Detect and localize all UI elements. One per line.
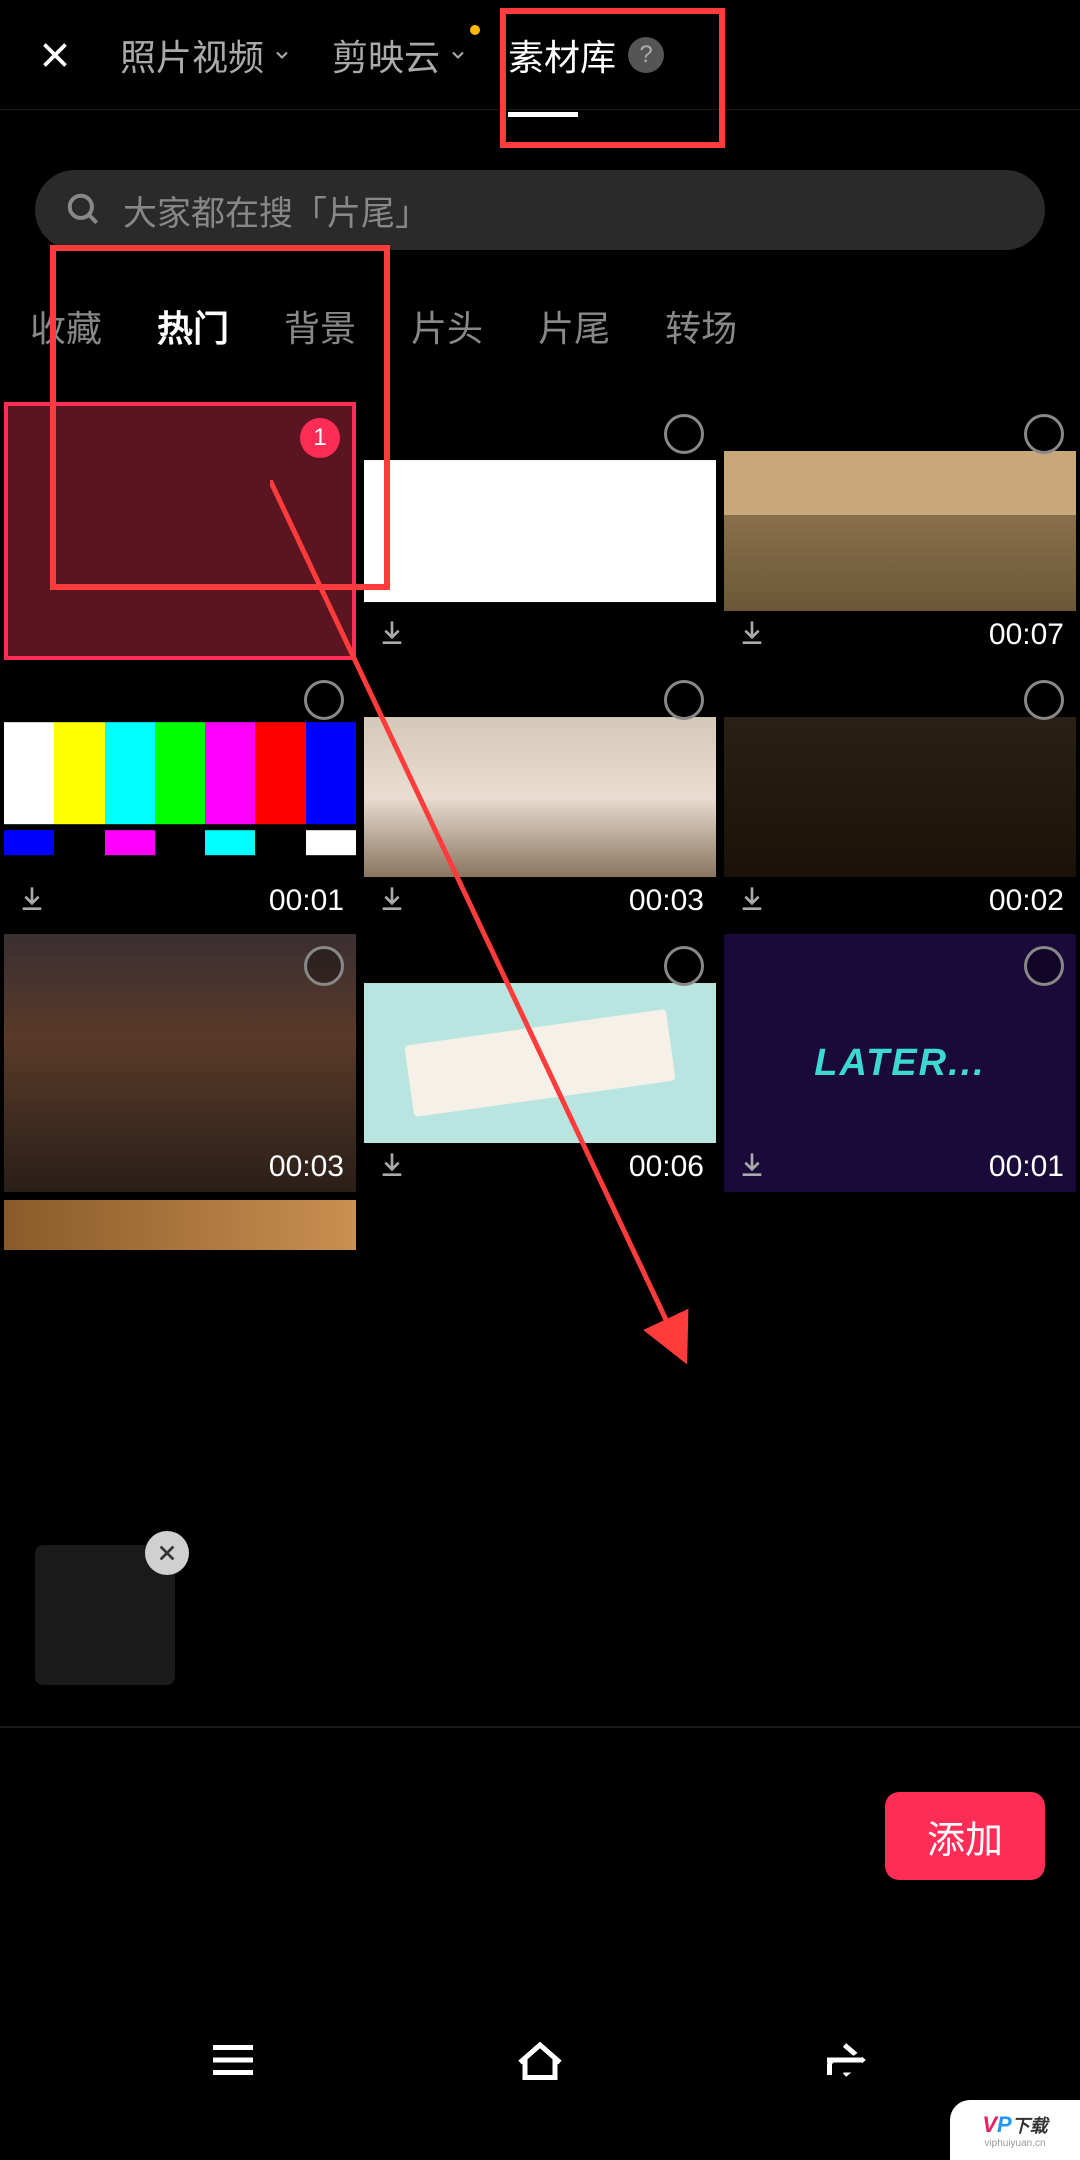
thumbnail bbox=[4, 1200, 356, 1250]
notification-dot-icon bbox=[470, 25, 480, 35]
menu-icon[interactable] bbox=[203, 2030, 263, 2090]
cat-ending[interactable]: 片尾 bbox=[538, 290, 610, 362]
home-icon[interactable] bbox=[510, 2030, 570, 2090]
wm-v: V bbox=[982, 2112, 997, 2137]
wm-cn: 下载 bbox=[1012, 2116, 1048, 2136]
material-item[interactable]: 00:03 bbox=[4, 934, 356, 1192]
help-icon[interactable]: ? bbox=[628, 37, 664, 73]
cat-favorites[interactable]: 收藏 bbox=[30, 290, 102, 362]
download-icon bbox=[376, 1148, 408, 1180]
back-icon[interactable] bbox=[817, 2030, 877, 2090]
material-item[interactable]: 00:06 bbox=[364, 934, 716, 1192]
header-tabs: 照片视频 剪映云 素材库 ? bbox=[120, 29, 1050, 81]
selection-circle[interactable] bbox=[304, 946, 344, 986]
add-label: 添加 bbox=[927, 1809, 1003, 1864]
close-icon bbox=[37, 37, 73, 73]
duration-label: 00:03 bbox=[269, 1150, 344, 1184]
duration-label: 00:06 bbox=[629, 1150, 704, 1184]
selection-circle[interactable] bbox=[1024, 946, 1064, 986]
selected-tray bbox=[0, 1525, 1080, 1705]
tab-label: 剪映云 bbox=[332, 29, 440, 81]
material-grid: 1 00:07 00:01 bbox=[0, 402, 1080, 1250]
duration-label: 00:07 bbox=[989, 618, 1064, 652]
selection-circle[interactable] bbox=[1024, 680, 1064, 720]
material-item[interactable]: 1 bbox=[4, 402, 356, 660]
duration-label: 00:01 bbox=[989, 1150, 1064, 1184]
tray-item[interactable] bbox=[35, 1545, 175, 1685]
divider bbox=[0, 1726, 1080, 1728]
material-item[interactable]: LATER... 00:01 bbox=[724, 934, 1076, 1192]
download-icon bbox=[376, 882, 408, 914]
download-icon bbox=[16, 882, 48, 914]
cat-transition[interactable]: 转场 bbox=[665, 290, 737, 362]
tab-photo-video[interactable]: 照片视频 bbox=[120, 29, 292, 81]
later-text: LATER... bbox=[814, 1042, 986, 1085]
material-item[interactable]: 00:07 bbox=[724, 402, 1076, 660]
search-icon bbox=[65, 191, 103, 229]
tab-label: 照片视频 bbox=[120, 29, 264, 81]
close-icon bbox=[156, 1542, 178, 1564]
wm-p: P bbox=[997, 2112, 1012, 2137]
cat-opening[interactable]: 片头 bbox=[411, 290, 483, 362]
duration-label: 00:03 bbox=[629, 884, 704, 918]
tab-material-library[interactable]: 素材库 ? bbox=[508, 29, 664, 81]
wm-sub: viphuiyuan.cn bbox=[984, 2138, 1045, 2149]
thumbnail bbox=[364, 402, 716, 660]
cat-background[interactable]: 背景 bbox=[284, 290, 356, 362]
selection-circle[interactable] bbox=[1024, 414, 1064, 454]
material-item[interactable]: 00:02 bbox=[724, 668, 1076, 926]
selection-circle[interactable] bbox=[664, 946, 704, 986]
chevron-down-icon bbox=[272, 45, 292, 65]
material-item[interactable] bbox=[364, 402, 716, 660]
search-placeholder: 大家都在搜「片尾」 bbox=[123, 186, 429, 235]
chevron-down-icon bbox=[448, 45, 468, 65]
selection-circle[interactable] bbox=[304, 680, 344, 720]
category-tabs: 收藏 热门 背景 片头 片尾 转场 bbox=[0, 290, 1080, 362]
system-navbar bbox=[0, 2000, 1080, 2120]
download-icon bbox=[736, 882, 768, 914]
header: 照片视频 剪映云 素材库 ? bbox=[0, 0, 1080, 110]
selection-circle[interactable] bbox=[664, 680, 704, 720]
tab-jianying-cloud[interactable]: 剪映云 bbox=[332, 29, 468, 81]
download-icon bbox=[376, 616, 408, 648]
duration-label: 00:02 bbox=[989, 884, 1064, 918]
download-icon bbox=[736, 1148, 768, 1180]
material-item[interactable]: 00:01 bbox=[4, 668, 356, 926]
selection-circle[interactable] bbox=[664, 414, 704, 454]
tray-remove-button[interactable] bbox=[145, 1531, 189, 1575]
download-icon bbox=[736, 616, 768, 648]
material-item[interactable] bbox=[4, 1200, 356, 1250]
material-item[interactable]: 00:03 bbox=[364, 668, 716, 926]
duration-label: 00:01 bbox=[269, 884, 344, 918]
search-input[interactable]: 大家都在搜「片尾」 bbox=[35, 170, 1045, 250]
selection-badge: 1 bbox=[300, 418, 340, 458]
tab-label: 素材库 bbox=[508, 29, 616, 81]
watermark: VP下载 viphuiyuan.cn bbox=[950, 2100, 1080, 2160]
cat-hot[interactable]: 热门 bbox=[157, 290, 229, 362]
close-button[interactable] bbox=[30, 30, 80, 80]
add-button[interactable]: 添加 bbox=[885, 1792, 1045, 1880]
